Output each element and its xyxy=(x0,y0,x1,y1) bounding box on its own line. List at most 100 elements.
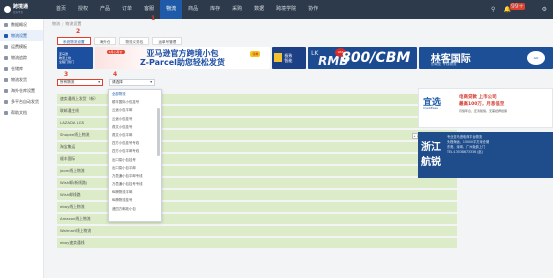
search-icon[interactable]: ⚲ xyxy=(491,6,495,13)
nav-right-tools: ⚲ 🔔 99+ ⚙ xyxy=(491,0,547,19)
nav-item-goods[interactable]: 商品 xyxy=(182,0,204,19)
nav-item-purchase[interactable]: 采购 xyxy=(226,0,248,19)
dropdown-option[interactable]: 出口易小包平邮 xyxy=(109,164,161,172)
banner-headline: 亚马逊官方跨境小包 xyxy=(146,49,219,58)
logistics-provider-select[interactable]: 请选择 ▾ xyxy=(109,79,155,86)
nav-item-home[interactable]: 首页 xyxy=(50,0,72,19)
ad-banner-linke[interactable]: 林客国际 东南亚 专线物流 GO xyxy=(418,47,553,69)
annotation-number: 2 xyxy=(76,28,81,35)
annotation-number: 3 xyxy=(64,71,69,78)
nav-item-service[interactable]: 客服 xyxy=(138,0,160,19)
dropdown-scrollbar[interactable] xyxy=(157,108,160,156)
auto-icon xyxy=(4,99,8,104)
sidebar-item-label: 物流发货 xyxy=(11,76,27,82)
settings-icon[interactable]: ⚙ xyxy=(542,6,547,13)
tracking-icon xyxy=(4,55,8,60)
sidebar-item-label: 海外仓库设置 xyxy=(11,87,35,93)
logo[interactable]: 跨境通 官方平台 xyxy=(0,0,44,19)
breadcrumb-item: 物流设置 xyxy=(65,21,82,26)
nav-item-collab[interactable]: 协作 xyxy=(302,0,324,19)
sidebar-item-tracking[interactable]: 物流追踪 xyxy=(0,52,43,63)
top-navigation: 跨境通 官方平台 首页 授权 产品 订单 客服 物流 商品 库存 采购 数据 跨… xyxy=(0,0,553,19)
nav-item-auth[interactable]: 授权 xyxy=(72,0,94,19)
annotation-number: 1 xyxy=(151,15,156,22)
dropdown-option[interactable]: 四方小包平邮专线 xyxy=(109,147,161,155)
sidebar-item-freight-template[interactable]: 运费模板 xyxy=(0,41,43,52)
globe-icon xyxy=(4,88,8,93)
ad-title: 航锐 xyxy=(421,157,441,168)
dropdown-option[interactable]: 万邑通小包平邮专线 xyxy=(109,172,161,180)
dropdown-option[interactable]: 顺丰国际小包挂号 xyxy=(109,98,161,106)
dashboard-icon xyxy=(4,22,8,27)
sidebar-item-help[interactable]: 帮助文档 xyxy=(0,107,43,118)
logo-icon xyxy=(4,6,11,13)
ad-banner-amazon-logistics[interactable]: 亚马逊 物流上线 全程门到门 xyxy=(57,47,93,69)
logo-subtitle: 官方平台 xyxy=(13,11,24,14)
ad-subheadline: 最高100万，月息低至 xyxy=(459,102,505,107)
logo-text-block: 跨境通 官方平台 xyxy=(13,5,28,15)
dropdown-option[interactable]: 万邑通小包挂号专线 xyxy=(109,180,161,188)
breadcrumb: 物流 / 物流设置 xyxy=(48,19,553,29)
nav-menu: 首页 授权 产品 订单 客服 物流 商品 库存 采购 数据 跨境学院 协作 xyxy=(50,0,324,19)
banner-cta: GO xyxy=(527,51,545,65)
ad-banner-zparcel[interactable]: 6月心有价 亚马逊官方跨境小包 Z-Parcel助您轻松发货 领券 xyxy=(94,47,271,69)
sidebar: 数据概况 物流设置 运费模板 物流追踪 仓储库 物流发货 海外仓库设置 多平台自… xyxy=(0,19,44,278)
tab-waybill-management[interactable]: 运单号管理 xyxy=(152,37,183,45)
list-item[interactable]: Walmart线上物流 xyxy=(57,226,457,238)
sidebar-item-label: 仓储库 xyxy=(11,65,23,71)
dropdown-option[interactable]: 出口易小包挂号 xyxy=(109,156,161,164)
sidebar-item-label: 物流追踪 xyxy=(11,54,27,60)
dropdown-option[interactable]: 纵腾物流挂号 xyxy=(109,196,161,204)
sidebar-item-overseas-warehouse[interactable]: 海外仓库设置 xyxy=(0,85,43,96)
ad-banner-rmb800[interactable]: LK RMB LRX 800/CBM xyxy=(308,47,417,69)
sidebar-item-label: 数据概况 xyxy=(11,21,27,27)
sidebar-item-label: 帮助文档 xyxy=(11,109,27,115)
dropdown-option[interactable]: 递四方邮政小包 xyxy=(109,205,161,213)
ad-line: TEL:13538673336 (赵) xyxy=(447,150,483,154)
breadcrumb-item[interactable]: 物流 xyxy=(52,21,60,27)
nav-item-inventory[interactable]: 库存 xyxy=(204,0,226,19)
dropdown-option[interactable]: 纵腾物流平邮 xyxy=(109,188,161,196)
nav-item-logistics[interactable]: 物流 xyxy=(160,0,183,19)
coupon-tag: 领券 xyxy=(250,51,261,57)
dropdown-option[interactable]: 燕文小包挂号 xyxy=(109,123,161,131)
tab-system-logistics[interactable]: 系统物流设置 xyxy=(57,37,91,45)
chevron-down-icon: ▾ xyxy=(98,80,100,84)
side-ad-credit[interactable]: 宜选 CrediEase 电商贷款 上市公司 最高100万，月息低至 月借年息，… xyxy=(418,88,553,128)
ad-title: 浙江 xyxy=(421,142,441,153)
dropdown-option[interactable]: 云途小包平邮 xyxy=(109,106,161,114)
list-item[interactable]: ebay速卖通线 xyxy=(57,238,457,250)
dropdown-option[interactable]: 全部物流 xyxy=(109,90,161,98)
notification-badge: 99+ xyxy=(509,3,525,10)
nav-item-academy[interactable]: 跨境学院 xyxy=(270,0,302,19)
ad-description: 专业亚马逊电商平台物流 头程海运、15000平方米仓储 东莞、深圳、广州免费上门… xyxy=(447,135,489,155)
banner-text: 全程门到门 xyxy=(59,60,75,64)
logistics-type-select[interactable]: 所有物流 ▾ xyxy=(57,79,103,86)
sidebar-item-overview[interactable]: 数据概况 xyxy=(0,19,43,30)
dropdown-option[interactable]: 燕文小包平邮 xyxy=(109,131,161,139)
warehouse-icon xyxy=(4,66,8,71)
ad-banner-smart[interactable]: 极致 智能 xyxy=(272,47,307,69)
ad-note: 月借年息，还清随借，无需抵押担保 xyxy=(459,109,508,113)
sidebar-item-warehouse[interactable]: 仓储库 xyxy=(0,63,43,74)
nav-item-orders[interactable]: 订单 xyxy=(116,0,138,19)
shipping-icon xyxy=(4,77,8,82)
help-icon xyxy=(4,110,8,115)
sidebar-item-label: 运费模板 xyxy=(11,43,27,49)
sidebar-item-auto-ship[interactable]: 多平台自动发货 xyxy=(0,96,43,107)
sidebar-item-logistics-settings[interactable]: 物流设置 xyxy=(0,30,43,41)
select-value: 请选择 xyxy=(112,80,123,84)
logistics-provider-dropdown: 全部物流 顺丰国际小包挂号 云途小包平邮 云途小包挂号 燕文小包挂号 燕文小包平… xyxy=(108,89,162,222)
filter-row: 所有物流 ▾ 请选择 ▾ xyxy=(57,79,155,86)
nav-item-data[interactable]: 数据 xyxy=(248,0,270,19)
breadcrumb-separator: / xyxy=(62,21,64,27)
side-ad-hangrui[interactable]: 浙江 航锐 专业亚马逊电商平台物流 头程海运、15000平方米仓储 东莞、深圳、… xyxy=(418,132,553,178)
tab-overseas-warehouse[interactable]: 海外仓 xyxy=(93,37,117,45)
sidebar-item-shipping[interactable]: 物流发货 xyxy=(0,74,43,85)
dropdown-option[interactable]: 四方小包挂号专线 xyxy=(109,139,161,147)
ad-brand-sub: CrediEase xyxy=(423,106,438,110)
ad-headline: 电商贷款 上市公司 xyxy=(459,95,497,100)
tab-logistics-package[interactable]: 物流义务包 xyxy=(119,37,150,45)
dropdown-option[interactable]: 云途小包挂号 xyxy=(109,115,161,123)
nav-item-products[interactable]: 产品 xyxy=(94,0,116,19)
